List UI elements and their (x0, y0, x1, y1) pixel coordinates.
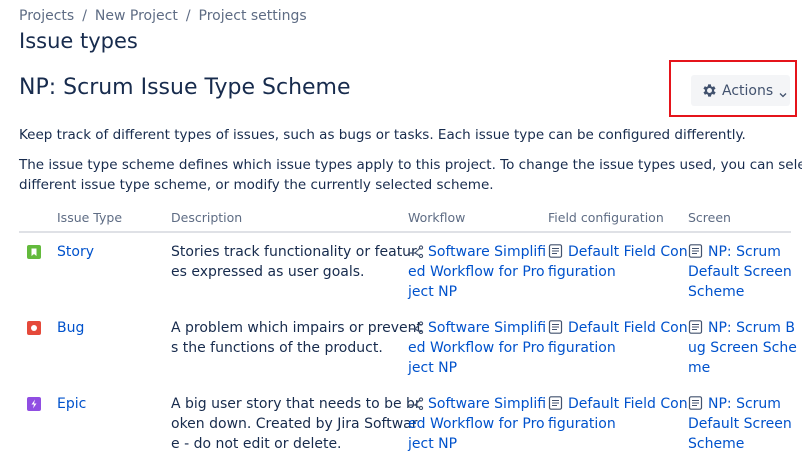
description-line: es expressed as user goals. (171, 264, 365, 280)
issue-type-link-epic[interactable]: Epic (57, 394, 86, 414)
workflow-line: Software Simplifi (428, 244, 547, 260)
workflow-link[interactable]: Software Simplifi ed Workflow for Pro je… (408, 242, 546, 302)
screen-line: NP: Scrum (708, 396, 781, 412)
breadcrumb-projects[interactable]: Projects (19, 8, 74, 24)
field-configuration-icon (548, 244, 564, 258)
workflow-icon (408, 396, 424, 411)
screen-line: Default Screen (688, 264, 792, 280)
breadcrumb-separator: / (185, 8, 191, 24)
workflow-line: ed Workflow for Pro (408, 264, 545, 280)
screen-link[interactable]: NP: Scrum Default Screen Scheme (688, 394, 792, 454)
workflow-line: Software Simplifi (428, 396, 547, 412)
issue-type-link-bug[interactable]: Bug (57, 318, 84, 338)
field-configuration-line: Default Field Con (568, 320, 688, 336)
screen-line: ug Screen Sche (688, 340, 797, 356)
screen-icon (688, 244, 704, 258)
workflow-line: ed Workflow for Pro (408, 340, 545, 356)
description-line: A problem which impairs or prevent (171, 320, 423, 336)
issue-type-link-story[interactable]: Story (57, 242, 94, 262)
field-configuration-line: Default Field Con (568, 396, 688, 412)
field-configuration-icon (548, 396, 564, 410)
description: A problem which impairs or prevent s the… (171, 318, 422, 358)
field-configuration-line: Default Field Con (568, 244, 688, 260)
actions-button[interactable]: Actions (691, 75, 790, 106)
workflow-line: ed Workflow for Pro (408, 416, 545, 432)
header-field-configuration: Field configuration (548, 210, 664, 225)
page-title: Issue types (19, 29, 138, 53)
epic-icon (27, 397, 41, 411)
screen-line: Scheme (688, 436, 745, 452)
breadcrumb: Projects / New Project / Project settings (19, 8, 307, 24)
breadcrumb-project-settings[interactable]: Project settings (199, 8, 307, 24)
field-configuration-link[interactable]: Default Field Con figuration (548, 242, 688, 282)
workflow-link[interactable]: Software Simplifi ed Workflow for Pro je… (408, 318, 546, 378)
actions-label: Actions (722, 82, 774, 99)
scheme-paragraph-line: different issue type scheme, or modify t… (19, 177, 494, 193)
description-line: s the functions of the product. (171, 340, 383, 356)
screen-line: Scheme (688, 284, 745, 300)
workflow-line: ject NP (408, 284, 458, 300)
field-configuration-line: figuration (548, 264, 616, 280)
screen-link[interactable]: NP: Scrum Default Screen Scheme (688, 242, 792, 302)
description-line: oken down. Created by Jira Softwar (171, 416, 418, 432)
screen-icon (688, 320, 704, 334)
description: Stories track functionality or featur es… (171, 242, 417, 282)
workflow-icon (408, 320, 424, 335)
workflow-line: ject NP (408, 360, 458, 376)
description-line: e - do not edit or delete. (171, 436, 342, 452)
bug-icon (27, 321, 41, 335)
header-description: Description (171, 210, 243, 225)
story-icon (27, 245, 41, 259)
header-divider (19, 231, 791, 233)
field-configuration-line: figuration (548, 340, 616, 356)
description: A big user story that needs to be br oke… (171, 394, 421, 454)
field-configuration-line: figuration (548, 416, 616, 432)
header-issue-type: Issue Type (57, 210, 123, 225)
description-line: A big user story that needs to be br (171, 396, 421, 412)
field-configuration-link[interactable]: Default Field Con figuration (548, 318, 688, 358)
screen-line: NP: Scrum B (708, 320, 795, 336)
screen-line: me (688, 360, 711, 376)
workflow-link[interactable]: Software Simplifi ed Workflow for Pro je… (408, 394, 546, 454)
workflow-icon (408, 244, 424, 259)
chevron-down-icon (779, 87, 787, 97)
screen-line: NP: Scrum (708, 244, 781, 260)
breadcrumb-new-project[interactable]: New Project (95, 8, 178, 24)
workflow-line: Software Simplifi (428, 320, 547, 336)
screen-line: Default Screen (688, 416, 792, 432)
workflow-line: ject NP (408, 436, 458, 452)
field-configuration-icon (548, 320, 564, 334)
breadcrumb-separator: / (82, 8, 87, 24)
scheme-title: NP: Scrum Issue Type Scheme (19, 75, 351, 100)
header-workflow: Workflow (408, 210, 466, 225)
header-screen: Screen (688, 210, 731, 225)
screen-link[interactable]: NP: Scrum B ug Screen Sche me (688, 318, 797, 378)
gear-icon (701, 82, 718, 99)
field-configuration-link[interactable]: Default Field Con figuration (548, 394, 688, 434)
screen-icon (688, 396, 704, 410)
scheme-paragraph-line: The issue type scheme defines which issu… (19, 157, 802, 173)
scheme-paragraph: The issue type scheme defines which issu… (19, 155, 802, 195)
intro-paragraph: Keep track of different types of issues,… (19, 127, 746, 143)
description-line: Stories track functionality or featur (171, 244, 417, 260)
